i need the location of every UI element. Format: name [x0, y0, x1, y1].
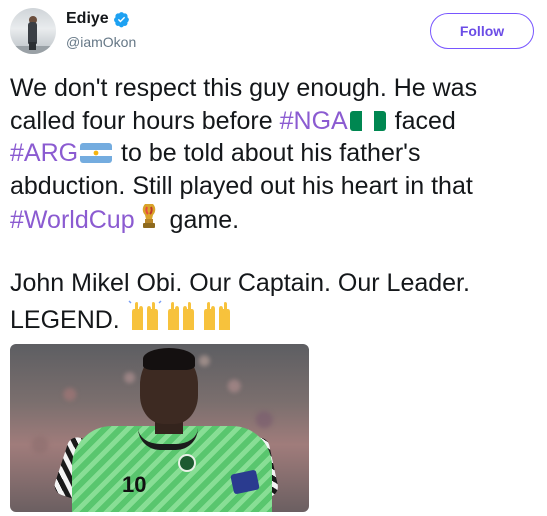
tweet-line: called four hours before #NGA faced: [10, 106, 456, 135]
user-handle[interactable]: @iamOkon: [66, 34, 136, 50]
hashtag-nga[interactable]: #NGA: [280, 107, 348, 135]
display-name[interactable]: Ediye: [66, 10, 109, 28]
world-cup-trophy-icon: [142, 204, 155, 228]
tweet-text: We don't respect this guy enough. He was…: [10, 72, 540, 334]
raising-hands-icon: [203, 301, 230, 330]
photo-jersey-crest: [178, 454, 196, 472]
tweet-line: #WorldCup game.: [10, 202, 540, 235]
tweet-line: John Mikel Obi. Our Captain. Our Leader.: [10, 269, 470, 297]
tweet-line: LEGEND.: [10, 300, 540, 334]
tweet-header: Ediye @iamOkon Follow: [10, 8, 537, 54]
photo-player-hair: [143, 348, 195, 370]
follow-button[interactable]: Follow: [430, 13, 534, 49]
tweet-line: #ARG to be told about his father's: [10, 139, 421, 167]
raising-hands-icon: [128, 300, 162, 330]
tweet-line: abduction. Still played out his heart in…: [10, 171, 473, 200]
raising-hands-icon: [167, 301, 194, 330]
nigeria-flag-icon: [349, 110, 386, 131]
argentina-flag-icon: [80, 143, 113, 163]
hashtag-worldcup[interactable]: #WorldCup: [10, 206, 135, 234]
verified-badge-icon: [113, 11, 129, 27]
tweet-line: We don't respect this guy enough. He was: [10, 74, 478, 102]
user-names: Ediye @iamOkon: [66, 10, 136, 50]
hashtag-arg[interactable]: #ARG: [10, 139, 78, 167]
tweet-photo[interactable]: 10: [10, 344, 309, 512]
avatar[interactable]: [10, 8, 56, 54]
photo-jersey-number: 10: [122, 472, 147, 497]
